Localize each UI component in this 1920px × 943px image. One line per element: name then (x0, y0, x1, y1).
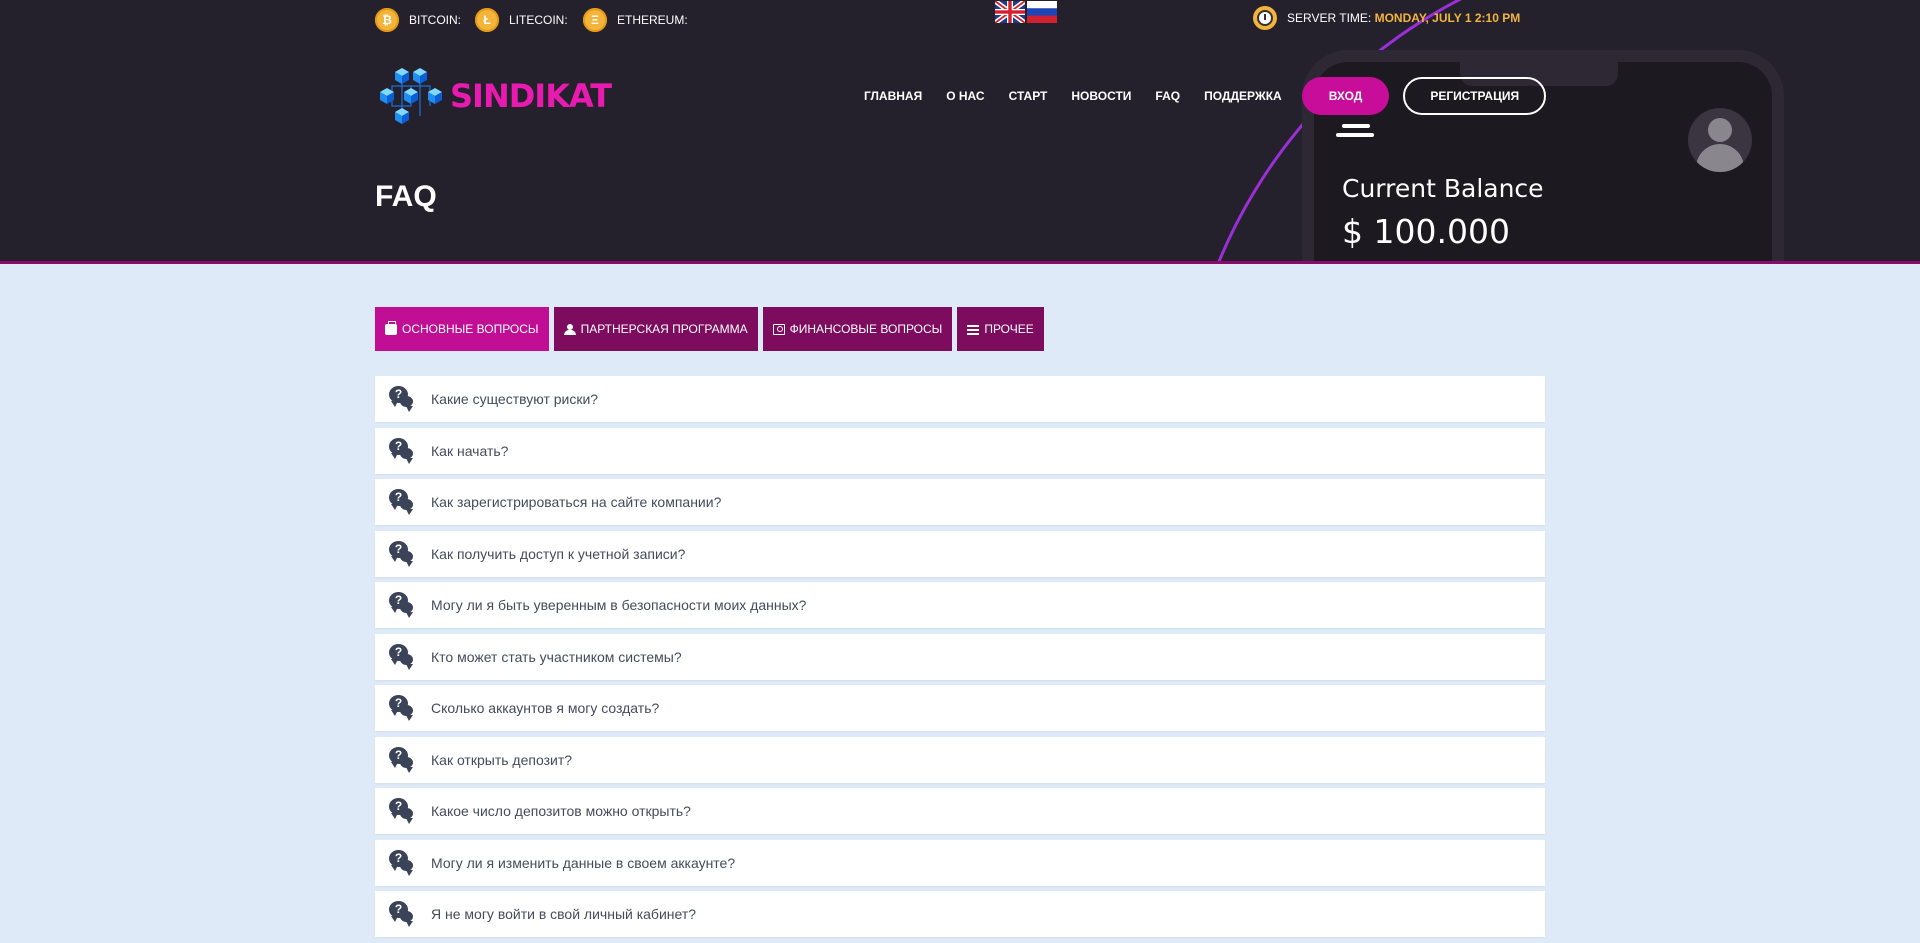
question-chat-icon: ? (389, 489, 415, 515)
server-time-label: SERVER TIME: (1287, 11, 1372, 25)
question-chat-icon: ? (389, 746, 415, 773)
brand-name: SINDIKAT (450, 77, 612, 115)
tab-other[interactable]: ПРОЧЕЕ (957, 307, 1044, 351)
faq-question: Какое число депозитов можно открыть? (431, 803, 691, 819)
topbar: ₿ BITCOIN: Ł LITECOIN: Ξ ETHEREUM: SERVE (375, 0, 1545, 36)
faq-item[interactable]: ? Как получить доступ к учетной записи? (375, 530, 1545, 577)
bitcoin-icon: ₿ (375, 8, 399, 32)
tab-label: ПАРТНЕРСКАЯ ПРОГРАММА (580, 322, 748, 336)
tab-finance[interactable]: ФИНАНСОВЫЕ ВОПРОСЫ (762, 307, 953, 351)
tab-partner[interactable]: ПАРТНЕРСКАЯ ПРОГРАММА (553, 307, 758, 351)
nav-start[interactable]: СТАРТ (1009, 89, 1048, 103)
coin-label: BITCOIN: (409, 13, 462, 27)
en-flag-icon[interactable] (995, 1, 1025, 23)
tab-general[interactable]: ОСНОВНЫЕ ВОПРОСЫ (375, 307, 549, 351)
question-chat-icon: ? (389, 540, 415, 567)
faq-item[interactable]: ? Сколько аккаунтов я могу создать? (375, 685, 1545, 731)
avatar (1688, 108, 1752, 172)
clock-icon (1253, 6, 1277, 30)
faq-item[interactable]: ? Я не могу войти в свой личный кабинет? (375, 891, 1545, 937)
faq-question: Могу ли я изменить данные в своем аккаун… (431, 854, 736, 871)
faq-item[interactable]: ? Как зарегистрироваться на сайте компани… (375, 479, 1545, 525)
main-nav: ГЛАВНАЯ О НАС СТАРТ НОВОСТИ FAQ ПОДДЕРЖК… (864, 77, 1547, 115)
users-icon (563, 323, 576, 335)
question-chat-icon: ? (389, 592, 415, 618)
balance-label: Current Balance (1342, 174, 1544, 203)
question-chat-icon: ? (389, 798, 415, 824)
nav-faq[interactable]: FAQ (1155, 89, 1180, 103)
site-header: Current Balance $ 100.000 ₿ BITCOIN: Ł L… (0, 0, 1920, 264)
nav-about[interactable]: О НАС (946, 89, 984, 103)
server-time-value: MONDAY, JULY 1 2:10 PM (1374, 11, 1521, 25)
question-chat-icon: ? (389, 386, 415, 412)
faq-list: ? Какие существуют риски? ? Как начать? ? К… (375, 376, 1545, 943)
money-icon (772, 323, 785, 335)
tab-label: ПРОЧЕЕ (984, 322, 1034, 336)
question-chat-icon: ? (389, 437, 415, 464)
faq-question: Сколько аккаунтов я могу создать? (431, 700, 660, 716)
page-title: FAQ (375, 180, 437, 213)
faq-question: Какие существуют риски? (431, 391, 599, 407)
faq-item[interactable]: ? Как начать? (375, 427, 1545, 474)
server-time: SERVER TIME: MONDAY, JULY 1 2:10 PM (1253, 6, 1520, 30)
balance-value: $ 100.000 (1342, 212, 1510, 251)
faq-question: Как открыть депозит? (431, 751, 573, 768)
tab-label: ФИНАНСОВЫЕ ВОПРОСЫ (789, 322, 943, 336)
nav-support[interactable]: ПОДДЕРЖКА (1204, 89, 1282, 103)
cubes-logo-icon (380, 68, 442, 124)
faq-question: Как зарегистрироваться на сайте компании… (431, 494, 722, 510)
question-chat-icon: ? (389, 849, 415, 876)
faq-question: Могу ли я быть уверенным в безопасности … (431, 597, 807, 613)
faq-question: Как получить доступ к учетной записи? (431, 545, 686, 562)
faq-tabs: ОСНОВНЫЕ ВОПРОСЫ ПАРТНЕРСКАЯ ПРОГРАММА Ф… (375, 307, 1044, 351)
tab-label: ОСНОВНЫЕ ВОПРОСЫ (402, 322, 539, 336)
coin-ethereum: Ξ ETHEREUM: (583, 8, 688, 32)
faq-item[interactable]: ? Могу ли я быть уверенным в безопасности… (375, 582, 1545, 628)
faq-question: Как начать? (431, 442, 509, 459)
list-icon (967, 324, 980, 335)
litecoin-icon: Ł (475, 8, 499, 32)
coin-bitcoin: ₿ BITCOIN: (375, 8, 461, 32)
hamburger-icon (1336, 124, 1374, 142)
question-chat-icon: ? (389, 643, 415, 670)
nav-home[interactable]: ГЛАВНАЯ (864, 89, 922, 103)
register-button[interactable]: РЕГИСТРАЦИЯ (1403, 77, 1547, 115)
ru-flag-icon[interactable] (1027, 1, 1057, 23)
question-chat-icon: ? (389, 901, 415, 927)
ethereum-icon: Ξ (583, 8, 607, 32)
coin-litecoin: Ł LITECOIN: (475, 8, 568, 32)
faq-question: Кто может стать участником системы? (431, 648, 682, 665)
question-chat-icon: ? (389, 695, 415, 721)
faq-question: Я не могу войти в свой личный кабинет? (431, 906, 697, 922)
faq-item[interactable]: ? Какое число депозитов можно открыть? (375, 788, 1545, 834)
briefcase-icon (385, 320, 397, 335)
faq-item[interactable]: ? Какие существуют риски? (375, 376, 1545, 422)
coin-label: LITECOIN: (509, 13, 568, 27)
faq-item[interactable]: ? Как открыть депозит? (375, 736, 1545, 783)
coin-label: ETHEREUM: (617, 13, 688, 27)
brand-logo[interactable]: SINDIKAT (378, 66, 612, 126)
nav-news[interactable]: НОВОСТИ (1071, 89, 1131, 103)
faq-item[interactable]: ? Кто может стать участником системы? (375, 633, 1545, 680)
login-button[interactable]: ВХОД (1301, 77, 1390, 115)
faq-item[interactable]: ? Могу ли я изменить данные в своем аккау… (375, 839, 1545, 886)
